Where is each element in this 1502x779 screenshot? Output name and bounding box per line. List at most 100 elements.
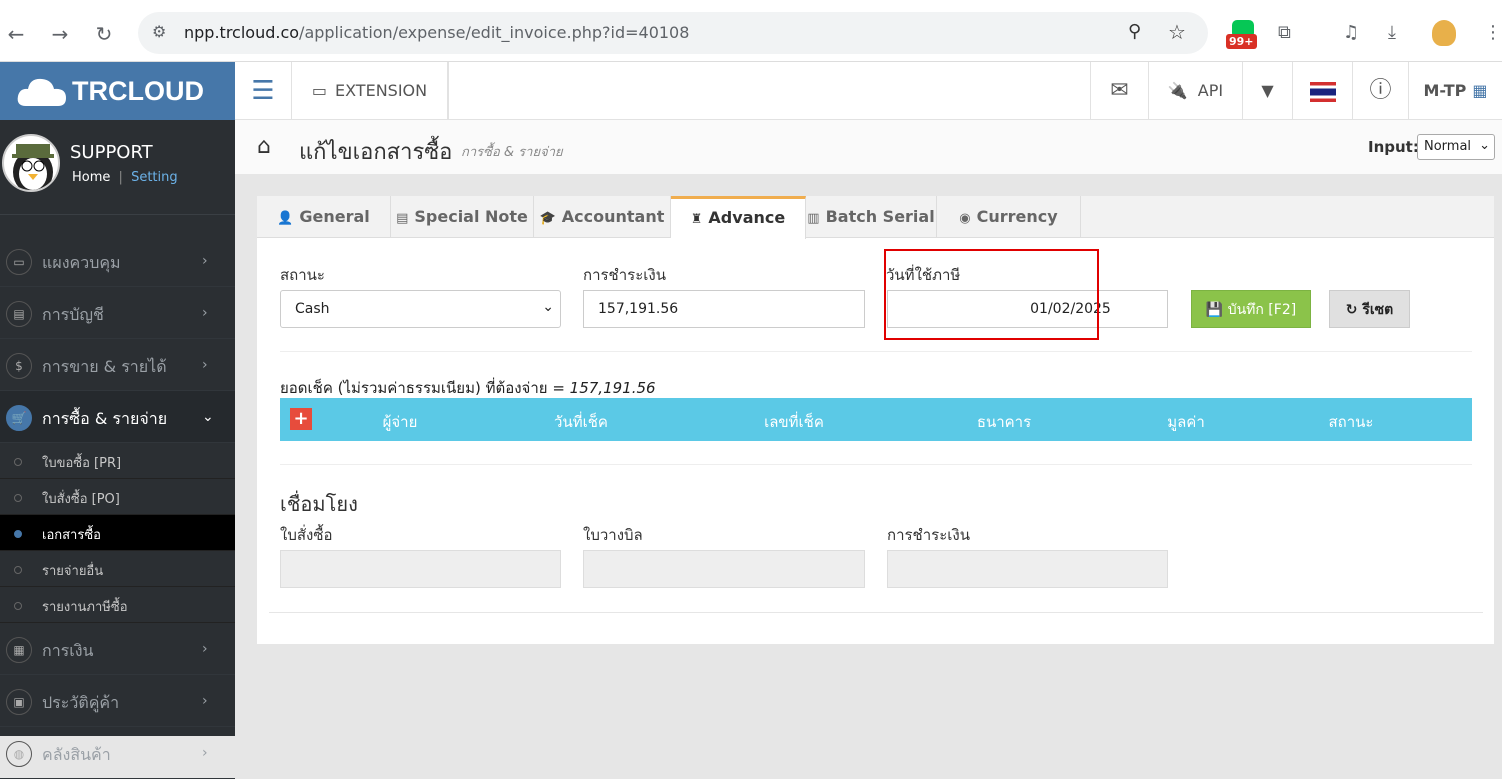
po-link-field[interactable] bbox=[280, 550, 561, 588]
contact-icon: ▣ bbox=[6, 689, 32, 715]
chevron-right-icon: › bbox=[202, 693, 208, 709]
chevron-down-icon: ⌄ bbox=[1479, 138, 1490, 153]
bookmark-star-icon[interactable]: ☆ bbox=[1168, 20, 1186, 44]
payment-value: 157,191.56 bbox=[598, 301, 679, 317]
refresh-icon: ↻ bbox=[1345, 302, 1363, 318]
sidebar-subitem[interactable]: ใบสั่งซื้อ [PO] bbox=[0, 479, 235, 515]
forward-icon[interactable]: → bbox=[48, 22, 72, 46]
billing-link-field[interactable] bbox=[583, 550, 865, 588]
save-button[interactable]: 💾 บันทึก [F2] bbox=[1191, 290, 1311, 328]
summary-value: 157,191.56 bbox=[569, 379, 656, 397]
sidebar-item[interactable]: 🛒 การซื้อ & รายจ่าย ⌄ bbox=[0, 391, 235, 443]
chess-icon: ♜ bbox=[690, 212, 703, 227]
tab-label: General bbox=[299, 207, 370, 226]
company-selector[interactable]: M-TP ▦ bbox=[1408, 62, 1502, 120]
payment-label: การชำระเงิน bbox=[583, 266, 666, 284]
tab-currency[interactable]: ◉ Currency bbox=[937, 196, 1081, 238]
address-bar[interactable]: ⚙ npp.trcloud.co/application/expense/edi… bbox=[138, 12, 1208, 54]
site-info-icon[interactable]: ⚙ bbox=[152, 22, 166, 41]
divider bbox=[280, 351, 1472, 352]
line-extension-icon[interactable]: 99+ bbox=[1226, 20, 1258, 50]
payment-input[interactable]: 157,191.56 bbox=[583, 290, 865, 328]
page-title: แก้ไขเอกสารซื้อ bbox=[299, 140, 453, 165]
sidebar-subitem-label: ใบขอซื้อ [PR] bbox=[42, 456, 122, 471]
sidebar-subitem[interactable]: ใบขอซื้อ [PR] bbox=[0, 443, 235, 479]
sidebar-item-label: ประวัติคู่ค้า bbox=[42, 693, 120, 712]
sidebar-item-label: แผงควบคุม bbox=[42, 253, 121, 272]
save-label: บันทึก [F2] bbox=[1227, 302, 1297, 318]
trcloud-logo[interactable]: TRCLOUD bbox=[0, 62, 235, 120]
setting-link[interactable]: Setting bbox=[131, 170, 178, 185]
reset-button[interactable]: ↻ รีเซต bbox=[1329, 290, 1410, 328]
download-icon[interactable]: ⤓ bbox=[1388, 22, 1396, 43]
book-icon: ▤ bbox=[6, 301, 32, 327]
cheque-table-header: + ผู้จ่าย วันที่เช็ค เลขที่เช็ค ธนาคาร มูลค่… bbox=[280, 398, 1472, 441]
url-text[interactable]: npp.trcloud.co/application/expense/edit_… bbox=[184, 23, 689, 42]
note-icon: ▤ bbox=[396, 211, 409, 226]
home-icon[interactable]: ⌂ bbox=[257, 134, 271, 159]
tab-label: Advance bbox=[708, 208, 786, 227]
avatar[interactable] bbox=[2, 134, 60, 192]
payment-link-label: การชำระเงิน bbox=[887, 526, 970, 544]
topbar-divider bbox=[447, 62, 449, 120]
tab-accountant[interactable]: 🎓 Accountant bbox=[534, 196, 671, 238]
monitor-icon: ▭ bbox=[6, 249, 32, 275]
sidebar-item[interactable]: ◍ คลังสินค้า › bbox=[0, 727, 235, 779]
user-name: SUPPORT bbox=[70, 142, 153, 163]
sidebar-item-label: การบัญชี bbox=[42, 305, 104, 324]
back-icon[interactable]: ← bbox=[4, 22, 28, 46]
extension-label: EXTENSION bbox=[335, 81, 428, 100]
input-mode-select[interactable]: Normal ⌄ bbox=[1417, 134, 1495, 160]
company-label: M-TP bbox=[1423, 81, 1467, 100]
tab-general[interactable]: 👤 General bbox=[257, 196, 391, 238]
sidebar-item[interactable]: $ การขาย & รายได้ › bbox=[0, 339, 235, 391]
status-value: Cash bbox=[295, 301, 330, 317]
sidebar-subitem[interactable]: เอกสารซื้อ bbox=[0, 515, 235, 551]
box-icon: ◍ bbox=[6, 741, 32, 767]
media-control-icon[interactable]: ♫ bbox=[1343, 22, 1359, 43]
bullet-icon bbox=[14, 602, 22, 610]
help-icon[interactable]: ⓘ bbox=[1352, 62, 1408, 120]
logo-text: TRCLOUD bbox=[72, 76, 204, 106]
column-header: วันที่เช็ค bbox=[554, 413, 608, 431]
extensions-puzzle-icon[interactable]: ⧉ bbox=[1278, 22, 1291, 43]
browser-menu-icon[interactable]: ⋮ bbox=[1484, 22, 1502, 43]
tab-label: Special Note bbox=[414, 207, 528, 226]
mail-icon[interactable]: ✉ bbox=[1090, 62, 1148, 120]
dollar-icon: $ bbox=[6, 353, 32, 379]
tab-batch-serial[interactable]: ▥ Batch Serial bbox=[806, 196, 937, 238]
bullet-icon bbox=[14, 530, 22, 538]
zoom-icon[interactable]: ⚲ bbox=[1128, 21, 1141, 42]
sidebar-subitem[interactable]: รายงานภาษีซื้อ bbox=[0, 587, 235, 623]
payment-link-field[interactable] bbox=[887, 550, 1168, 588]
tab-advance[interactable]: ♜ Advance bbox=[671, 196, 806, 239]
home-link[interactable]: Home bbox=[72, 170, 110, 185]
sidebar-item-label: คลังสินค้า bbox=[42, 745, 111, 764]
api-button[interactable]: 🔌 API bbox=[1148, 62, 1242, 120]
po-link-label: ใบสั่งซื้อ bbox=[280, 526, 333, 544]
sidebar-subitem[interactable]: รายจ่ายอื่น bbox=[0, 551, 235, 587]
profile-avatar[interactable] bbox=[1432, 20, 1456, 46]
reload-icon[interactable]: ↻ bbox=[92, 22, 116, 46]
sidebar-subitem-label: ใบสั่งซื้อ [PO] bbox=[42, 492, 120, 507]
user-profile: SUPPORT Home | Setting bbox=[0, 120, 235, 215]
sidebar-item[interactable]: ▭ แผงควบคุม › bbox=[0, 235, 235, 287]
chevron-right-icon: › bbox=[202, 357, 208, 373]
thai-flag-icon[interactable] bbox=[1292, 62, 1352, 120]
add-cheque-button[interactable]: + bbox=[290, 408, 312, 430]
sidebar-item[interactable]: ▤ การบัญชี › bbox=[0, 287, 235, 339]
tab-special-note[interactable]: ▤ Special Note bbox=[391, 196, 534, 238]
status-select[interactable]: Cash ⌄ bbox=[280, 290, 561, 328]
calendar-icon: ▦ bbox=[6, 637, 32, 663]
extension-button[interactable]: ▭ EXTENSION bbox=[291, 62, 447, 120]
sidebar-item[interactable]: ▦ การเงิน › bbox=[0, 623, 235, 675]
browser-toolbar: ← → ↻ ⚙ npp.trcloud.co/application/expen… bbox=[0, 0, 1502, 62]
page-subtitle: การซื้อ & รายจ่าย bbox=[461, 145, 563, 160]
sidebar-subitem-label: เอกสารซื้อ bbox=[42, 528, 101, 543]
tab-label: Currency bbox=[976, 207, 1058, 226]
app-topbar: ☰ ▭ EXTENSION ✉ 🔌 API ▼ ⓘ M-TP ▦ bbox=[235, 62, 1502, 120]
caret-down-icon[interactable]: ▼ bbox=[1242, 62, 1292, 120]
chevron-right-icon: › bbox=[202, 641, 208, 657]
hamburger-menu-icon[interactable]: ☰ bbox=[235, 62, 291, 120]
sidebar-item[interactable]: ▣ ประวัติคู่ค้า › bbox=[0, 675, 235, 727]
